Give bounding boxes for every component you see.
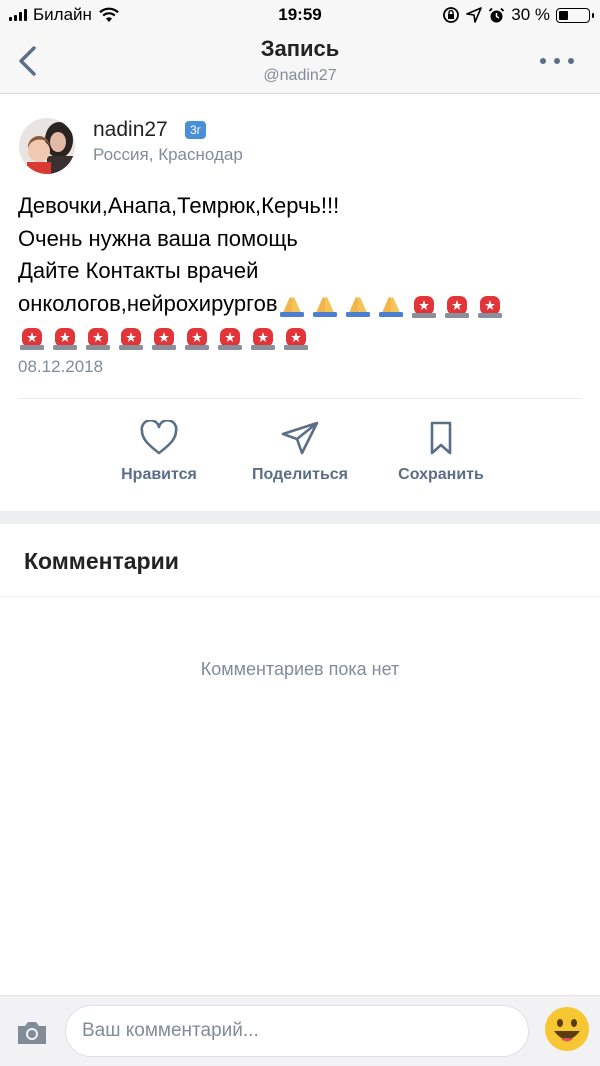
folded-hands-emoji bbox=[345, 296, 370, 317]
save-label: Сохранить bbox=[398, 466, 484, 483]
siren-emoji bbox=[411, 295, 436, 318]
page-title: Запись bbox=[260, 36, 340, 61]
page-subtitle: @nadin27 bbox=[263, 67, 337, 84]
share-button[interactable]: Поделиться bbox=[230, 420, 370, 484]
author-name[interactable]: nadin27 bbox=[93, 118, 168, 142]
siren-emoji bbox=[251, 328, 275, 351]
bookmark-icon bbox=[430, 421, 452, 455]
post-line-with-emoji: онкологов,нейрохирургов bbox=[18, 288, 588, 321]
siren-emoji bbox=[284, 328, 308, 351]
comments-title: Комментарии bbox=[24, 548, 179, 574]
camera-icon[interactable] bbox=[15, 1018, 49, 1046]
siren-emoji bbox=[86, 328, 110, 351]
folded-hands-emoji bbox=[378, 296, 403, 317]
siren-emoji bbox=[152, 328, 176, 351]
location-arrow-icon bbox=[466, 7, 483, 23]
status-bar: Билайн 19:59 30 % bbox=[0, 0, 600, 30]
rotation-lock-icon bbox=[443, 7, 460, 23]
battery-percent: 30 % bbox=[511, 5, 550, 24]
status-right: 30 % bbox=[442, 5, 594, 25]
siren-emoji bbox=[119, 328, 143, 351]
post-line: онкологов,нейрохирургов bbox=[18, 290, 278, 316]
post-actions: Нравится Поделиться Сохранить bbox=[0, 420, 600, 500]
section-separator bbox=[0, 511, 600, 524]
divider bbox=[18, 398, 582, 399]
share-icon bbox=[281, 421, 319, 455]
save-button[interactable]: Сохранить bbox=[371, 420, 511, 484]
heart-icon bbox=[140, 420, 178, 455]
smiley-icon[interactable] bbox=[544, 1006, 590, 1052]
nav-bar: Запись @nadin27 bbox=[0, 30, 600, 94]
alarm-icon bbox=[489, 7, 505, 22]
author-location: Россия, Краснодар bbox=[93, 145, 243, 164]
comment-composer bbox=[0, 995, 600, 1066]
share-label: Поделиться bbox=[251, 466, 349, 483]
more-icon[interactable] bbox=[540, 56, 574, 66]
avatar[interactable] bbox=[19, 118, 75, 174]
author-badge: 3г bbox=[185, 121, 207, 139]
post-line-emoji bbox=[18, 320, 588, 353]
post-text: Девочки,Анапа,Темрюк,Керчь!!! Очень нужн… bbox=[18, 190, 588, 353]
battery-icon bbox=[556, 7, 594, 23]
like-button[interactable]: Нравится bbox=[89, 420, 229, 484]
siren-emoji bbox=[53, 328, 77, 351]
folded-hands-emoji bbox=[279, 296, 304, 317]
siren-emoji bbox=[218, 328, 242, 351]
siren-emoji bbox=[477, 295, 502, 318]
siren-emoji bbox=[20, 328, 44, 351]
post-line: Девочки,Анапа,Темрюк,Керчь!!! bbox=[18, 193, 340, 218]
post-date: 08.12.2018 bbox=[18, 357, 104, 376]
like-label: Нравится bbox=[121, 466, 197, 483]
siren-emoji bbox=[444, 295, 469, 318]
no-comments-text: Комментариев пока нет bbox=[200, 659, 400, 679]
post-line: Дайте Контакты врачей bbox=[18, 258, 259, 283]
emoji-row bbox=[18, 323, 310, 351]
post-line: Очень нужна ваша помощь bbox=[18, 225, 298, 251]
emoji-row bbox=[278, 291, 504, 319]
siren-emoji bbox=[185, 328, 209, 351]
folded-hands-emoji bbox=[312, 296, 337, 317]
comment-input[interactable] bbox=[65, 1005, 529, 1057]
divider bbox=[0, 596, 600, 597]
